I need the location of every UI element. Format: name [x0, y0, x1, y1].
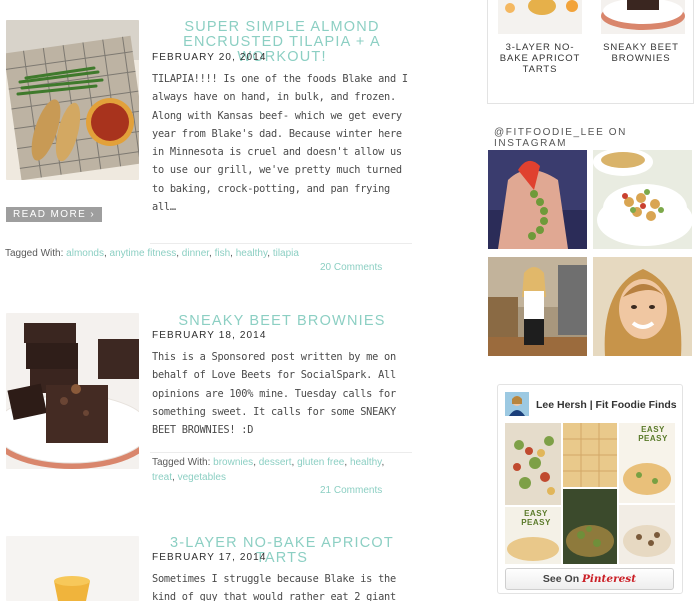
pin-badge: EASY PEASY — [638, 425, 668, 443]
tag-link[interactable]: healthy — [236, 248, 268, 259]
post-excerpt: This is a Sponsored post written by me o… — [152, 351, 396, 437]
post-tags: Tagged With: almonds, anytime fitness, d… — [5, 248, 299, 259]
post-excerpt: Sometimes I struggle because Blake is th… — [152, 573, 396, 601]
post-date: February 17, 2014 — [152, 552, 267, 563]
post-title[interactable]: Sneaky Beet Brownies — [147, 314, 417, 329]
divider — [150, 243, 412, 244]
tag-link[interactable]: vegetables — [178, 472, 226, 483]
post-thumbnail-apricot-tarts[interactable] — [6, 536, 139, 601]
tag-link[interactable]: dinner — [182, 248, 209, 259]
instagram-photo[interactable] — [488, 150, 587, 249]
instagram-heading: @FITFOODIE_LEE ON INSTAGRAM — [494, 127, 627, 149]
tagged-with-label: Tagged With: — [5, 248, 64, 259]
see-on-label: See On — [542, 573, 580, 585]
tagged-with-label: Tagged With: — [152, 457, 211, 468]
instagram-photo[interactable] — [593, 257, 692, 356]
tag-link[interactable]: tilapia — [273, 248, 299, 259]
avatar[interactable] — [505, 392, 529, 416]
pin-badge: EASY PEASY — [521, 509, 551, 527]
comments-link[interactable]: 20 Comments — [320, 262, 382, 273]
tag-link[interactable]: treat — [152, 472, 172, 483]
tag-link[interactable]: brownies — [213, 457, 253, 468]
related-post-title[interactable]: 3-Layer No-Bake Apricot Tarts — [494, 42, 586, 75]
post-date: February 18, 2014 — [152, 330, 267, 341]
post-date: February 20, 2014 — [152, 52, 267, 63]
tag-link[interactable]: fish — [215, 248, 231, 259]
divider — [150, 452, 412, 453]
tag-link[interactable]: dessert — [259, 457, 292, 468]
post-tags: Tagged With: brownies, dessert, gluten f… — [152, 457, 385, 483]
post-thumbnail-tilapia[interactable] — [6, 20, 139, 180]
post-thumbnail-brownies[interactable] — [6, 313, 139, 469]
tag-link[interactable]: almonds — [66, 248, 104, 259]
tag-link[interactable]: gluten free — [297, 457, 344, 468]
related-post-title[interactable]: Sneaky Beet Brownies — [595, 42, 687, 64]
tag-link[interactable]: anytime fitness — [110, 248, 177, 259]
instagram-photo[interactable] — [593, 150, 692, 249]
related-thumb-apricot-tarts[interactable] — [498, 0, 582, 34]
tag-link[interactable]: healthy — [350, 457, 382, 468]
pinterest-logo: Pinterest — [582, 573, 637, 585]
comments-link[interactable]: 21 Comments — [320, 485, 382, 496]
post-excerpt: TILAPIA!!!! Is one of the foods Blake an… — [152, 73, 408, 214]
read-more-button[interactable]: Read More › — [6, 207, 103, 222]
pin-grid[interactable] — [505, 423, 675, 564]
related-thumb-brownies[interactable] — [601, 0, 685, 34]
instagram-photo[interactable] — [488, 257, 587, 356]
see-on-pinterest-button[interactable]: See On Pinterest — [505, 568, 674, 590]
pinterest-profile-name[interactable]: Lee Hersh | Fit Foodie Finds — [536, 399, 677, 411]
